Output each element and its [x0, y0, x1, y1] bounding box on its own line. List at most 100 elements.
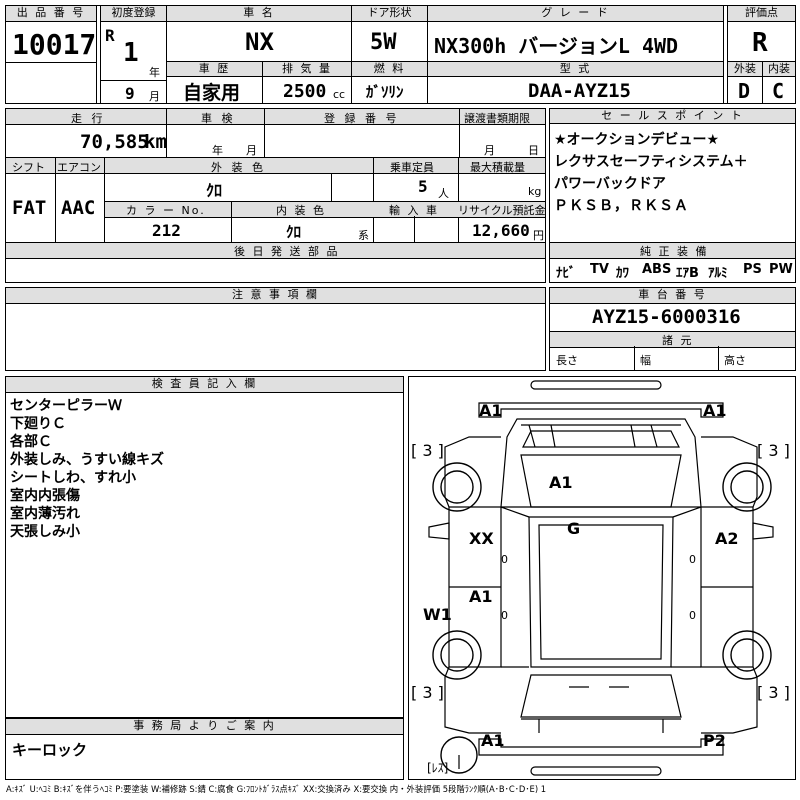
- equip-pw: PW: [769, 262, 793, 277]
- tread-front-left: 0: [501, 553, 508, 566]
- mark-left-rear-door: A1: [469, 587, 493, 606]
- inspector-line: 室内薄汚れ: [10, 506, 80, 522]
- model-cell: 型 式 DAA-AYZ15: [427, 61, 724, 104]
- grade: NX300h バージョンL 4WD: [434, 34, 679, 58]
- history: 自家用: [183, 82, 241, 104]
- fuel: ｶﾞｿﾘﾝ: [366, 83, 404, 101]
- equip-ps: PS: [743, 262, 762, 277]
- intcolor: ｸﾛ: [286, 223, 302, 241]
- dim-label: 諸 元: [662, 334, 694, 347]
- mark-rear-right: P2: [703, 731, 726, 750]
- inspect-label: 車 検: [201, 112, 236, 125]
- lot-number: 10017: [12, 28, 97, 61]
- transfer-label: 譲渡書類期限: [464, 112, 530, 125]
- later-label: 後 日 発 送 部 品: [234, 245, 340, 258]
- name-cell: 車 名 NX: [166, 5, 352, 62]
- mark-left-front-door: XX: [469, 529, 494, 548]
- tire-rear-left: [ 3 ]: [411, 683, 444, 702]
- ext-cell: 外装 D: [727, 61, 763, 104]
- inspector-label: 検 査 員 記 入 欄: [6, 377, 403, 393]
- int-cell: 内装 C: [762, 61, 796, 104]
- displacement: 2500: [283, 81, 327, 102]
- colorno-label: カ ラ ー No.: [126, 204, 206, 217]
- equip-alloy: ｱﾙﾐ: [708, 266, 728, 281]
- inspect-year-unit: 年: [212, 144, 223, 157]
- intcolor-label: 内 装 色: [276, 204, 326, 217]
- office-text: キーロック: [12, 741, 88, 759]
- ext-score: D: [738, 79, 751, 103]
- score: R: [752, 28, 768, 58]
- equip-abs: ABS: [642, 262, 672, 277]
- car-outline-svg: [428, 380, 774, 776]
- tire-front-right: [ 3 ]: [757, 441, 790, 460]
- notes-label: 注 意 事 項 欄: [6, 288, 545, 304]
- legend: A:ｷｽﾞ U:ﾍｺﾐ B:ｷｽﾞを伴うﾍｺﾐ P:要塗装 W:補修跡 S:錆 …: [6, 784, 547, 794]
- disp-cell: 排 気 量 2500 cc: [262, 61, 352, 104]
- chassis-block: 車 台 番 号 AYZ15-6000316 諸 元 長さ 幅 高さ: [549, 287, 796, 371]
- capacity-unit: 人: [438, 187, 449, 200]
- chassis-label: 車 台 番 号: [550, 288, 795, 304]
- tire-rear-right: [ 3 ]: [757, 683, 790, 702]
- chassis-number: AYZ15-6000316: [592, 306, 741, 328]
- length-label: 長さ: [556, 354, 578, 367]
- load-unit: kg: [528, 185, 542, 198]
- car-diagram: A1 A1 A1 G XX A2 A1 W1 A1 P2 [ 3 ] [ 3 ]…: [408, 376, 796, 780]
- tire-front-left: [ 3 ]: [411, 441, 444, 460]
- mark-left-pillar: W1: [423, 605, 452, 624]
- office-label: 事 務 局 よ り ご 案 内: [6, 719, 403, 735]
- inspector-line: 天張しみ小: [10, 524, 80, 540]
- selling-line: パワーバックドア: [554, 176, 666, 192]
- name-label: 車 名: [167, 6, 351, 22]
- tread-front-right: 0: [689, 553, 696, 566]
- score-label: 評価点: [728, 6, 795, 22]
- mark-hood: A1: [549, 473, 573, 492]
- score-cell: 評価点 R: [727, 5, 796, 62]
- ac-label: エアコン: [57, 161, 101, 174]
- car-name: NX: [245, 28, 274, 56]
- inspector-line: 外装しみ、うすい線キズ: [10, 452, 164, 468]
- transfer-month: 月: [484, 144, 495, 157]
- capacity: 5: [418, 177, 428, 196]
- model: DAA-AYZ15: [528, 80, 631, 102]
- grade-label: グ レ ー ド: [428, 6, 723, 22]
- office-block: 事 務 局 よ り ご 案 内 キーロック: [5, 718, 404, 780]
- load-label: 最大積載量: [470, 161, 525, 174]
- year-unit: 年: [149, 66, 160, 79]
- fuel-cell: 燃 料 ｶﾞｿﾘﾝ: [351, 61, 428, 104]
- mileage-label: 走 行: [71, 112, 106, 125]
- disp-unit: cc: [333, 88, 346, 101]
- colorno: 212: [152, 221, 181, 240]
- color: ｸﾛ: [206, 181, 223, 200]
- regno-label: 登 録 番 号: [324, 112, 400, 125]
- inspector-line: センターピラーＷ: [10, 398, 122, 414]
- reg-month: 9: [125, 84, 135, 103]
- inspector-line: 下廻りＣ: [10, 416, 66, 432]
- width-label: 幅: [640, 354, 651, 367]
- spare-tire-label: [ﾚｽ]: [427, 761, 449, 775]
- inspector-line: 各部Ｃ: [10, 434, 52, 450]
- selling-label: セ ー ル ス ポ イ ン ト: [550, 109, 795, 124]
- mark-front-right: A1: [703, 401, 727, 420]
- mileage-unit: km: [144, 131, 167, 153]
- disp-label: 排 気 量: [263, 62, 351, 77]
- selling-line: ＰＫＳＢ，ＲＫＳＡ: [554, 198, 689, 214]
- shift-label: シフト: [12, 161, 45, 174]
- notes-block: 注 意 事 項 欄: [5, 287, 546, 371]
- intcolor-unit: 系: [358, 229, 369, 242]
- history-label: 車 歴: [167, 62, 262, 77]
- grade-cell: グ レ ー ド NX300h バージョンL 4WD: [427, 5, 724, 62]
- mark-rear-left: A1: [481, 731, 505, 750]
- lot-label: 出 品 番 号: [6, 6, 96, 22]
- inspect-month-unit: 月: [246, 144, 257, 157]
- selling-line: レクサスセーフティシステム＋: [554, 154, 748, 170]
- ext-label: 外装: [728, 62, 762, 77]
- mileage: 70,585: [80, 131, 149, 153]
- int-label: 内装: [763, 62, 795, 77]
- details-block: 走 行 車 検 登 録 番 号 譲渡書類期限 70,585 km 年 月 月 日…: [5, 108, 546, 283]
- selling-block: セ ー ル ス ポ イ ン ト ★オークションデビュー★ レクサスセーフティシス…: [549, 108, 796, 283]
- transfer-day: 日: [528, 144, 539, 157]
- equipment-label: 純 正 装 備: [640, 245, 709, 258]
- door-label: ドア形状: [352, 6, 427, 22]
- recycle: 12,660: [472, 221, 530, 240]
- reg-label: 初度登録: [101, 6, 166, 22]
